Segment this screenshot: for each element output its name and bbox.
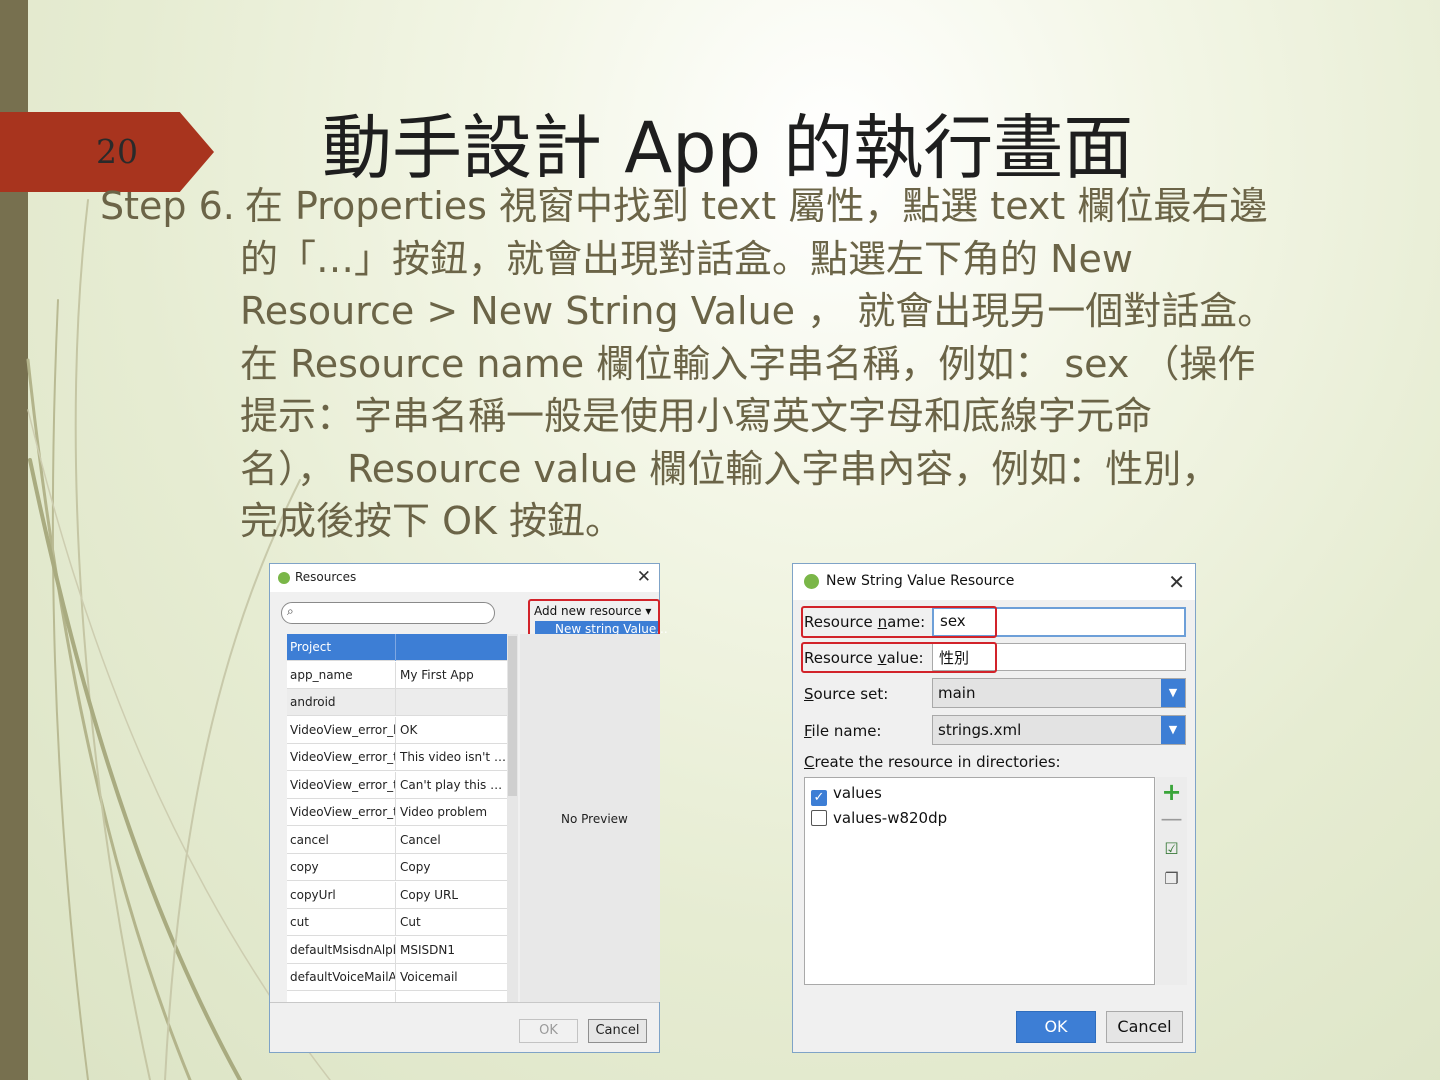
resource-value-cell: Voicemail	[400, 970, 458, 984]
resource-name-cell: VideoView_error_text_unknown	[287, 771, 396, 799]
search-icon: ⌕	[287, 604, 294, 618]
table-row[interactable]: copyUrl Copy URL	[287, 881, 507, 909]
resource-name-cell: cancel	[287, 826, 396, 854]
ok-button[interactable]: OK	[1016, 1011, 1096, 1043]
chevron-down-icon[interactable]: ▼	[1161, 716, 1185, 744]
resources-search-input[interactable]: ⌕	[281, 602, 495, 624]
resource-name-cell: VideoView_error_button	[287, 716, 396, 744]
table-group-row[interactable]: android	[287, 689, 507, 716]
dialog-divider	[270, 1002, 659, 1003]
select-all-icon[interactable]: ☑	[1156, 839, 1187, 858]
close-icon[interactable]: ✕	[1168, 570, 1185, 594]
resource-value-cell: MSISDN1	[400, 942, 455, 957]
page-number: 20	[96, 132, 138, 171]
step-line-5: 提示：字串名稱一般是使用小寫英文字母和底線字元命	[240, 394, 1153, 438]
resources-scrollbar-thumb[interactable]	[508, 636, 517, 796]
directory-item-values-w820dp[interactable]: values-w820dp	[811, 809, 947, 827]
resource-value-cell: Copy	[400, 860, 431, 874]
step-line-3: Resource > New String Value ， 就會出現另一個對話盒…	[240, 289, 1276, 333]
resource-value-cell	[397, 634, 507, 661]
slide-title: 動手設計 App 的執行畫面	[322, 107, 1134, 189]
new-string-title: New String Value Resource	[826, 573, 1015, 589]
table-row[interactable]: VideoView_error_title Video problem	[287, 799, 507, 826]
table-row[interactable]: VideoView_error_text_unknown Can't play t…	[287, 771, 507, 799]
file-name-value: strings.xml	[938, 721, 1022, 739]
resources-titlebar: Resources ✕	[270, 564, 659, 592]
step-description: Step 6. 在 Properties 視窗中找到 text 屬性，點選 tex…	[100, 180, 1380, 548]
table-row[interactable]: cut Cut	[287, 909, 507, 936]
table-row[interactable]	[287, 991, 507, 1003]
close-icon[interactable]: ✕	[637, 567, 651, 587]
table-row[interactable]: cancel Cancel	[287, 826, 507, 854]
table-row[interactable]: copy Copy	[287, 854, 507, 881]
ok-button[interactable]: OK	[519, 1019, 578, 1043]
resource-value-cell: Cancel	[400, 832, 441, 847]
resource-value-cell: Video problem	[400, 805, 488, 819]
resource-value-highlight	[801, 642, 997, 673]
resources-dialog: Resources ✕ ⌕ Add new resource ▾ New str…	[269, 563, 668, 1053]
table-row[interactable]: defaultVoiceMailAlphaTag Voicemail	[287, 964, 507, 991]
step-line-4: 在 Resource name 欄位輸入字串名稱，例如： sex （操作	[240, 341, 1256, 386]
resource-name-cell: cut	[287, 909, 396, 936]
table-row[interactable]: VideoView_error_text_invalid_progressive…	[287, 744, 507, 771]
source-set-label: Source set:	[804, 685, 889, 703]
android-studio-icon	[278, 572, 290, 584]
checkbox-checked-icon[interactable]: ✓	[811, 790, 827, 806]
unselect-all-icon[interactable]: ❐	[1156, 869, 1187, 888]
step-label: Step 6.	[100, 184, 235, 228]
step-line-7: 完成後按下 OK 按鈕。	[240, 499, 623, 543]
step-line-2: 的「…」按鈕，就會出現對話盒。點選左下角的 New	[240, 236, 1133, 281]
resource-value-cell: OK	[400, 722, 418, 737]
cancel-button[interactable]: Cancel	[1106, 1011, 1183, 1043]
new-string-value-dialog: New String Value Resource ✕ Resource nam…	[792, 563, 1196, 1053]
resource-name-cell: defaultMsisdnAlphaTag	[287, 936, 396, 964]
resource-value-cell: Copy URL	[400, 887, 459, 902]
directory-item-values[interactable]: ✓ values	[811, 784, 882, 806]
resource-name-cell: copyUrl	[287, 881, 396, 909]
cancel-button[interactable]: Cancel	[588, 1019, 647, 1043]
checkbox-unchecked-icon[interactable]	[811, 810, 827, 826]
new-string-titlebar: New String Value Resource ✕	[793, 564, 1195, 600]
resource-value-cell: Can't play this video.	[400, 777, 507, 792]
no-preview-label: No Preview	[561, 812, 628, 826]
resource-name-cell: defaultVoiceMailAlphaTag	[287, 964, 396, 991]
resources-table: Project app_name My First App android VideoV…	[287, 634, 507, 1002]
resource-value-cell: This video isn't valid for streaming	[400, 750, 507, 764]
resource-value-cell	[397, 992, 507, 1003]
resource-name-cell: Project	[287, 634, 396, 661]
resource-value-cell: My First App	[400, 667, 474, 682]
file-name-label: File name:	[804, 722, 882, 740]
resources-scrollbar[interactable]	[507, 634, 518, 1002]
android-studio-icon	[804, 574, 819, 589]
chevron-down-icon[interactable]: ▼	[1161, 679, 1185, 707]
table-row[interactable]: app_name My First App	[287, 661, 507, 689]
resource-name-cell: VideoView_error_text_invalid_progressive…	[287, 744, 396, 771]
resource-name-cell: app_name	[287, 661, 396, 689]
source-set-value: main	[938, 684, 976, 702]
resource-value-cell: Cut	[400, 915, 421, 929]
source-set-select[interactable]: main ▼	[932, 678, 1186, 708]
file-name-select[interactable]: strings.xml ▼	[932, 715, 1186, 745]
resource-name-cell	[287, 991, 396, 1002]
table-row[interactable]: VideoView_error_button OK	[287, 716, 507, 744]
resource-value-cell	[397, 689, 507, 716]
directories-list: ✓ values values-w820dp	[804, 777, 1155, 985]
resource-name-cell: copy	[287, 854, 396, 881]
resources-title: Resources	[295, 570, 357, 584]
table-header-row[interactable]: Project	[287, 634, 507, 661]
step-line-6: 名）， Resource value 欄位輸入字串內容，例如：性別，	[240, 446, 1220, 491]
resource-name-cell: VideoView_error_title	[287, 799, 396, 826]
resource-name-highlight	[801, 606, 997, 638]
directories-label: Create the resource in directories:	[804, 753, 1061, 771]
add-icon[interactable]: +	[1156, 778, 1187, 806]
remove-icon[interactable]: —	[1156, 807, 1187, 832]
step-line-1: Step 6. 在 Properties 視窗中找到 text 屬性，點選 tex…	[100, 184, 1268, 228]
directories-toolbar: + — ☑ ❐	[1156, 777, 1187, 985]
table-row[interactable]: defaultMsisdnAlphaTag MSISDN1	[287, 936, 507, 964]
resource-name-cell: android	[287, 689, 396, 716]
